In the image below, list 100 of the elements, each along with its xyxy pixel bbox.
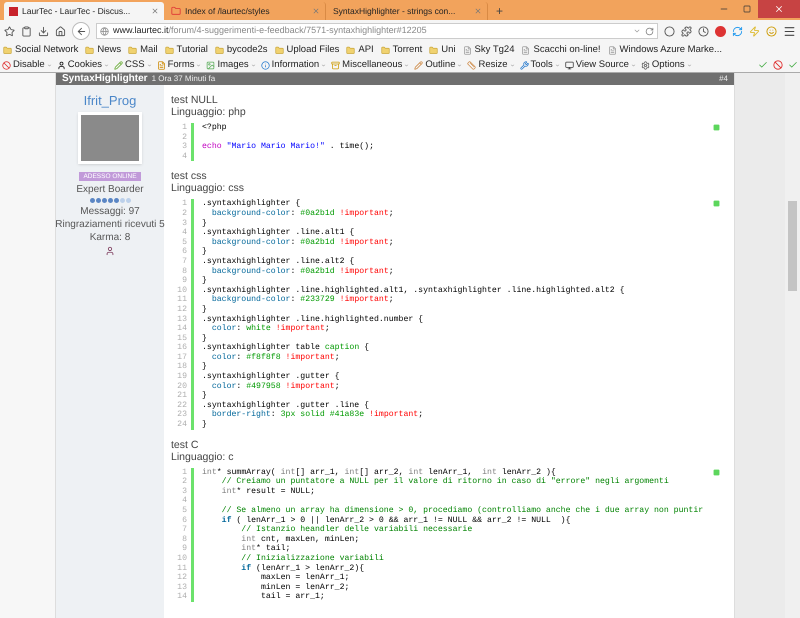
bookmark-link[interactable]: Mail bbox=[140, 42, 158, 58]
page-icon bbox=[608, 46, 617, 54]
extension-icon[interactable] bbox=[715, 26, 726, 36]
code-line: .syntaxhighlighter .gutter { bbox=[202, 372, 340, 382]
avatar-photo-placeholder bbox=[78, 112, 142, 164]
code-line: // Se almeno un array ha dimensione > 0, procediamo (controlliamo anche che i due array non puntir bbox=[220, 506, 704, 515]
close-icon[interactable] bbox=[151, 7, 159, 15]
settings-icon bbox=[640, 60, 650, 70]
folder-icon bbox=[429, 46, 438, 54]
toolbar-menu[interactable]: Miscellaneous bbox=[342, 58, 402, 72]
bookmark-link[interactable]: Social Network bbox=[15, 42, 78, 58]
line-number: 6 bbox=[181, 516, 188, 526]
toolbar-menu[interactable]: View Source bbox=[576, 58, 629, 72]
menu-icon[interactable] bbox=[783, 24, 796, 38]
bookmark-link[interactable]: Upload Files bbox=[286, 42, 340, 58]
bookmark-link[interactable]: Sky Tg24 bbox=[474, 42, 514, 58]
dropdown-icon[interactable] bbox=[633, 27, 641, 35]
line-number: 1 bbox=[181, 468, 188, 478]
code-line: } bbox=[202, 247, 207, 256]
bookmark-link[interactable]: Scacchi on-line! bbox=[533, 42, 601, 58]
bookmark-link[interactable]: API bbox=[358, 42, 374, 58]
back-button[interactable] bbox=[72, 22, 90, 40]
line-number: 4 bbox=[181, 496, 188, 506]
line-number: 14 bbox=[176, 592, 188, 602]
globe-icon bbox=[100, 26, 109, 36]
browser-tab[interactable]: LaurTec - LaurTec - Discus... bbox=[4, 2, 164, 20]
line-number: 17 bbox=[176, 352, 188, 362]
line-number: 11 bbox=[176, 564, 188, 574]
bookmark-link[interactable]: News bbox=[97, 42, 122, 58]
circle-icon[interactable] bbox=[664, 26, 675, 36]
code-line: } bbox=[202, 304, 207, 314]
line-number: 1 bbox=[181, 123, 188, 133]
code-line: // Inizializzazione variabili bbox=[240, 554, 384, 563]
clipboard-icon[interactable] bbox=[21, 26, 32, 36]
toolbar-menu[interactable]: Resize bbox=[478, 58, 508, 72]
close-icon[interactable] bbox=[474, 7, 482, 15]
code-line: .syntaxhighlighter { bbox=[202, 199, 300, 208]
smiley-icon[interactable] bbox=[766, 26, 777, 36]
line-number: 13 bbox=[176, 314, 188, 324]
info-icon bbox=[260, 60, 270, 70]
reload-icon[interactable] bbox=[645, 26, 654, 36]
code-line: border-right: 3px solid #41a83e !important; bbox=[210, 410, 424, 420]
code-line: tail = arr_1; bbox=[260, 592, 325, 602]
line-number: 23 bbox=[176, 410, 188, 420]
site-logo-icon bbox=[9, 6, 18, 16]
code-line: .syntaxhighlighter .line.highlighted.alt1, .syntaxhighlighter .line.highlighted.alt2 { bbox=[202, 286, 625, 295]
page-icon bbox=[521, 46, 530, 54]
scrollbar-thumb[interactable] bbox=[788, 201, 797, 291]
line-number: 9 bbox=[181, 276, 188, 286]
toolbar-menu[interactable]: Information bbox=[272, 58, 320, 72]
address-field[interactable]: www.laurtec.it/forum/4-suggerimenti-e-feedback/7571-syntaxhighlighter#12205 bbox=[96, 23, 658, 39]
toolbar-menu[interactable]: Options bbox=[652, 58, 685, 72]
toolbar-menu[interactable]: Outline bbox=[425, 58, 456, 72]
toolbar-menu[interactable]: CSS bbox=[125, 58, 145, 72]
user-icon[interactable] bbox=[105, 246, 115, 256]
bookmark-link[interactable]: Windows Azure Marke... bbox=[620, 42, 722, 58]
line-number: 19 bbox=[176, 372, 188, 382]
home-icon[interactable] bbox=[55, 26, 66, 36]
page-icon bbox=[462, 46, 472, 54]
toolbar-menu[interactable]: Images bbox=[217, 58, 249, 72]
maximize-icon[interactable] bbox=[743, 5, 751, 13]
sync-icon[interactable] bbox=[732, 26, 743, 36]
karma-count: Karma: 8 bbox=[90, 231, 130, 244]
toolbar-menu[interactable]: Disable bbox=[13, 58, 45, 72]
post-text: test NULL bbox=[171, 94, 219, 106]
line-number: 16 bbox=[176, 343, 188, 353]
clock-icon[interactable] bbox=[698, 26, 709, 36]
toolbar-menu[interactable]: Cookies bbox=[68, 58, 102, 72]
code-line: } bbox=[202, 391, 207, 400]
toolbar-menu[interactable]: Tools bbox=[530, 58, 553, 72]
line-number: 10 bbox=[176, 554, 188, 564]
bookmark-link[interactable]: bycode2s bbox=[226, 42, 268, 58]
scrollbar[interactable] bbox=[785, 73, 800, 618]
folder-icon bbox=[164, 46, 174, 54]
post-number[interactable]: #4 bbox=[719, 73, 728, 85]
code-line: color: #f8f8f8 !important; bbox=[210, 352, 340, 362]
code-line: maxLen = lenArr_1; bbox=[260, 573, 350, 582]
code-line: background-color: #0a2b1d !important; bbox=[210, 266, 394, 276]
code-line: background-color: #0a2b1d !important; bbox=[210, 238, 394, 247]
line-number: 11 bbox=[176, 295, 188, 305]
code-line: int cnt, maxLen, minLen; bbox=[240, 534, 360, 544]
new-tab-button[interactable]: + bbox=[490, 2, 510, 20]
bookmark-link[interactable]: Tutorial bbox=[176, 42, 208, 58]
code-line: background-color: #233729 !important; bbox=[210, 295, 394, 304]
code-line: // Istanzio heandler delle variabili necessarie bbox=[240, 525, 472, 534]
folder-icon bbox=[274, 46, 284, 54]
bookmark-link[interactable]: Uni bbox=[441, 42, 456, 58]
caret-icon bbox=[510, 62, 515, 68]
code-line: } bbox=[202, 276, 207, 286]
close-button[interactable] bbox=[758, 0, 800, 18]
puzzle-icon[interactable] bbox=[681, 26, 692, 36]
close-icon[interactable] bbox=[312, 7, 320, 15]
line-number: 3 bbox=[181, 218, 188, 228]
star-icon[interactable] bbox=[4, 26, 15, 36]
bookmark-link[interactable]: Torrent bbox=[392, 42, 422, 58]
download-icon[interactable] bbox=[38, 26, 49, 36]
toolbar-menu[interactable]: Forms bbox=[168, 58, 194, 72]
line-number: 8 bbox=[181, 534, 188, 544]
caret-icon bbox=[250, 62, 256, 68]
line-number: 7 bbox=[181, 525, 188, 535]
